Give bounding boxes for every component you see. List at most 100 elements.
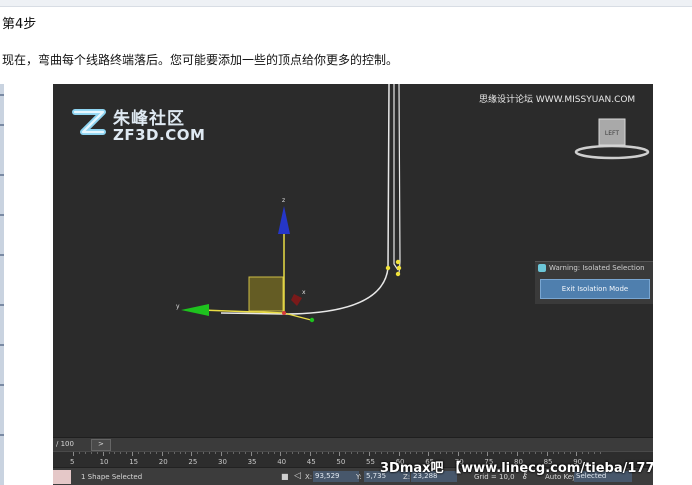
ruler-minor-tick <box>120 452 122 454</box>
ruler-tick-label: 40 <box>277 458 287 466</box>
ruler-minor-tick <box>588 452 590 454</box>
3dsmax-screenshot: 朱峰社区 ZF3D.COM 思缘设计论坛 WWW.MISSYUAN.COM LE… <box>53 84 653 485</box>
ruler-minor-tick <box>268 452 270 454</box>
vertex-1 <box>385 265 391 271</box>
ruler-minor-tick <box>226 452 228 454</box>
ruler-minor-tick <box>451 452 453 454</box>
exit-isolation-label: Exit Isolation Mode <box>561 285 629 293</box>
watermark-bottom: 3Dmax吧 【www.linecg.com/tieba/1771】 <box>380 461 653 476</box>
exit-isolation-button[interactable]: Exit Isolation Mode <box>540 279 650 299</box>
ruler-tick <box>221 452 222 456</box>
ruler-minor-tick <box>570 452 572 454</box>
spline-strand-a <box>393 84 399 271</box>
ruler-tick <box>576 452 578 456</box>
ruler-minor-tick <box>599 452 601 454</box>
ruler-minor-tick <box>215 452 217 454</box>
ruler-tick <box>339 452 341 456</box>
isolation-warning-panel: Warning: Isolated Selection Exit Isolati… <box>535 261 653 304</box>
ruler-minor-tick <box>422 452 424 454</box>
axis-label-y: y <box>176 303 180 310</box>
box-object <box>248 276 284 312</box>
ruler-tick <box>161 452 163 456</box>
ruler-tick <box>250 452 252 456</box>
listener-swatch[interactable] <box>53 470 71 484</box>
ruler-tick <box>280 452 282 456</box>
ruler-tick-label: 30 <box>218 458 227 466</box>
ruler-minor-tick <box>404 452 406 454</box>
ruler-minor-tick <box>114 452 116 454</box>
gizmo-rotate-mark <box>291 294 302 306</box>
ruler-tick-label: 55 <box>366 458 375 466</box>
ruler-minor-tick <box>262 452 264 454</box>
ruler-tick-label: 25 <box>188 458 198 466</box>
ruler-tick-label: 15 <box>129 458 139 466</box>
ruler-minor-tick <box>469 452 471 454</box>
ruler-minor-tick <box>244 452 246 454</box>
ruler-minor-tick <box>582 452 584 454</box>
ruler-minor-tick <box>445 452 447 454</box>
ruler-tick-label: 20 <box>158 458 168 466</box>
ruler-minor-tick <box>144 452 146 454</box>
ruler-minor-tick <box>126 452 128 454</box>
ruler-minor-tick <box>232 452 234 454</box>
ruler-minor-tick <box>155 452 157 454</box>
pivot-point <box>282 311 286 315</box>
ruler-minor-tick <box>481 452 483 454</box>
ruler-tick <box>309 452 311 456</box>
ruler-minor-tick <box>380 452 382 454</box>
ruler-tick <box>457 452 459 456</box>
ruler-minor-tick <box>84 452 86 454</box>
ruler-tick-label: 50 <box>336 458 346 466</box>
ruler-minor-tick <box>499 452 501 454</box>
ruler-minor-tick <box>505 452 507 454</box>
ruler-minor-tick <box>327 452 329 454</box>
ruler-minor-tick <box>297 452 299 454</box>
warning-title: Warning: Isolated Selection <box>549 264 645 272</box>
ruler-tick-label: 10 <box>99 458 109 466</box>
axis-label-x: x <box>302 289 306 296</box>
ruler-minor-tick <box>363 452 365 454</box>
ruler-minor-tick <box>256 452 258 454</box>
absolute-mode-icon[interactable]: ◁ <box>294 471 301 481</box>
ruler-minor-tick <box>321 452 323 454</box>
ruler-tick <box>132 452 134 456</box>
gizmo-y-arrow <box>181 304 209 316</box>
page-top-border <box>0 0 692 7</box>
ruler-minor-tick <box>534 452 536 454</box>
selection-status: 1 Shape Selected <box>81 473 143 481</box>
left-edge-strip <box>0 84 4 485</box>
x-coord-field[interactable]: 93,529 <box>313 471 359 482</box>
ruler-minor-tick <box>463 452 465 454</box>
ruler-minor-tick <box>493 452 495 454</box>
ruler-minor-tick <box>434 452 436 454</box>
ruler-minor-tick <box>374 452 376 454</box>
ruler-tick <box>487 452 489 456</box>
x-label: X: <box>305 473 313 481</box>
timeline-next-button[interactable]: > <box>91 439 111 451</box>
ruler-minor-tick <box>564 452 566 454</box>
ruler-minor-tick <box>528 452 530 454</box>
ruler-minor-tick <box>149 452 151 454</box>
ruler-tick <box>191 452 193 456</box>
ruler-minor-tick <box>108 452 110 454</box>
gizmo-x-tip <box>309 317 315 323</box>
ruler-minor-tick <box>78 452 80 454</box>
gizmo-z-arrow <box>278 206 290 234</box>
ruler-minor-tick <box>90 452 92 454</box>
ruler-minor-tick <box>179 452 181 454</box>
ruler-minor-tick <box>593 452 595 454</box>
ruler-tick <box>428 452 430 456</box>
timeline-next-icon: > <box>98 440 104 448</box>
ruler-minor-tick <box>345 452 347 454</box>
ruler-minor-tick <box>410 452 412 454</box>
ruler-minor-tick <box>286 452 288 454</box>
ruler-minor-tick <box>511 452 513 454</box>
ruler-minor-tick <box>167 452 169 454</box>
selection-lock-icon[interactable]: ■ <box>281 472 289 481</box>
ruler-tick <box>546 452 548 456</box>
ruler-tick <box>102 452 104 456</box>
ruler-tick-label: 35 <box>247 458 257 466</box>
ruler-minor-tick <box>440 452 442 454</box>
ruler-minor-tick <box>292 452 294 454</box>
timeline-slider[interactable]: / 100 > <box>53 437 653 452</box>
